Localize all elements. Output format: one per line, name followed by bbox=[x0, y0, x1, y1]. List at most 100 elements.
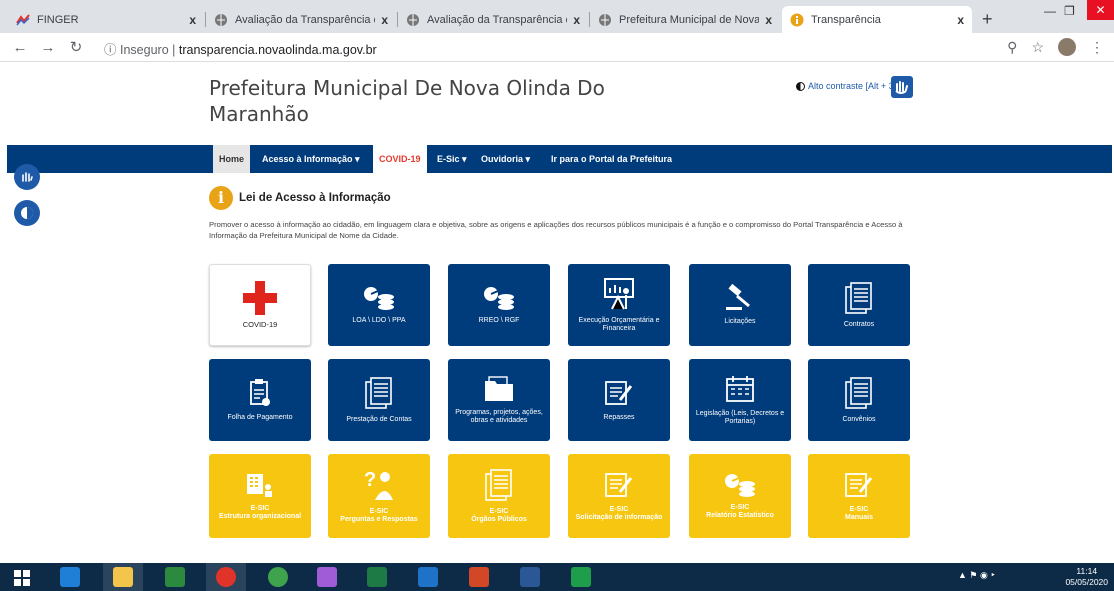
nav-ouvidoria[interactable]: Ouvidoria ▾ bbox=[475, 145, 536, 173]
red-cross-icon bbox=[243, 280, 277, 315]
new-tab-button[interactable]: + bbox=[982, 9, 993, 30]
tile-label: Programas, projetos, ações, obras e ativ… bbox=[455, 408, 543, 425]
tile-repasses[interactable]: Repasses bbox=[568, 359, 670, 441]
tile-programas-projetos[interactable]: Programas, projetos, ações, obras e ativ… bbox=[448, 359, 550, 441]
coins-icon bbox=[725, 473, 755, 497]
menu-kebab-icon[interactable]: ⋮ bbox=[1090, 39, 1104, 56]
clipboard-icon bbox=[250, 378, 270, 406]
forward-arrow-icon[interactable]: → bbox=[40, 39, 56, 56]
tile-licitacoes[interactable]: Licitações bbox=[689, 264, 791, 346]
tile-esic-orgaos[interactable]: E-SIC Órgãos Públicos bbox=[448, 454, 550, 538]
tab-title: FINGER bbox=[37, 13, 79, 26]
tile-rreo-rgf[interactable]: RREO \ RGF bbox=[448, 264, 550, 346]
tile-prefix: E-SIC bbox=[849, 505, 869, 513]
nav-portal-prefeitura[interactable]: Ir para o Portal da Prefeitura bbox=[545, 145, 678, 173]
zoom-icon[interactable]: ⚲ bbox=[1007, 39, 1017, 56]
nav-home[interactable]: Home bbox=[213, 145, 251, 173]
tile-label: Contratos bbox=[843, 320, 875, 328]
libras-side-button[interactable] bbox=[14, 164, 40, 190]
nav-acesso-informacao[interactable]: Acesso à Informação ▾ bbox=[256, 145, 366, 173]
paint-icon[interactable] bbox=[317, 567, 337, 587]
gavel-icon bbox=[726, 283, 750, 310]
powerpoint-icon[interactable] bbox=[469, 567, 489, 587]
word-icon[interactable] bbox=[520, 567, 540, 587]
tile-label: Órgãos Públicos bbox=[471, 516, 527, 523]
close-tab-icon[interactable]: x bbox=[189, 13, 196, 27]
reload-icon[interactable]: ↻ bbox=[68, 38, 84, 56]
coins-icon bbox=[484, 286, 514, 310]
tile-label: Folha de Pagamento bbox=[227, 413, 293, 421]
file-explorer-icon[interactable] bbox=[113, 567, 133, 587]
chrome-canary-icon[interactable] bbox=[268, 567, 288, 587]
excel-icon[interactable] bbox=[367, 567, 387, 587]
bookmark-star-icon[interactable]: ☆ bbox=[1031, 39, 1044, 56]
tile-legislacao[interactable]: Legislação (Leis, Decretos e Portarias) bbox=[689, 359, 791, 441]
system-tray-icons[interactable]: ▲ ⚑ ◉ ‣ bbox=[958, 570, 996, 581]
tab-finger[interactable]: FINGER x bbox=[8, 6, 204, 33]
tile-covid[interactable]: COVID-19 bbox=[209, 264, 311, 346]
back-arrow-icon[interactable]: ← bbox=[12, 39, 28, 56]
tile-label: Licitações bbox=[724, 317, 756, 325]
organization-building-icon bbox=[247, 473, 272, 497]
tile-prefix: E-SIC bbox=[369, 507, 389, 515]
tile-label: Solicitação de informação bbox=[575, 514, 663, 521]
site-title: Prefeitura Municipal De Nova Olinda Do M… bbox=[209, 76, 605, 126]
outlook-icon[interactable] bbox=[418, 567, 438, 587]
svg-text:?: ? bbox=[364, 469, 376, 491]
info-circle-icon[interactable]: ⓘ bbox=[104, 43, 117, 57]
spreadsheet-icon[interactable] bbox=[571, 567, 591, 587]
edit-document-icon bbox=[845, 472, 873, 497]
tile-esic-perguntas[interactable]: ? E-SIC Perguntas e Respostas bbox=[328, 454, 430, 538]
tile-prefix: E-SIC bbox=[730, 503, 750, 511]
tab-transparencia[interactable]: Transparência x bbox=[782, 6, 972, 33]
tab-avaliacao-2[interactable]: Avaliação da Transparência dos x bbox=[398, 6, 588, 33]
intro-text: Promover o acesso à informação ao cidadã… bbox=[209, 220, 903, 240]
tile-contratos[interactable]: Contratos bbox=[808, 264, 910, 346]
globe-icon bbox=[599, 13, 611, 26]
tile-esic-relatorio[interactable]: E-SIC Relatório Estatístico bbox=[689, 454, 791, 538]
tile-label: Perguntas e Respostas bbox=[340, 516, 418, 523]
tile-loa-ldo-ppa[interactable]: LOA \ LDO \ PPA bbox=[328, 264, 430, 346]
url-field[interactable]: ⓘ Inseguro | transparencia.novaolinda.ma… bbox=[104, 39, 377, 58]
hands-icon bbox=[22, 172, 33, 182]
close-tab-icon[interactable]: x bbox=[381, 13, 388, 27]
nav-esic[interactable]: E-Sic ▾ bbox=[431, 145, 473, 173]
tile-label: Prestação de Contas bbox=[346, 415, 412, 423]
tile-prestacao-contas[interactable]: Prestação de Contas bbox=[328, 359, 430, 441]
main-navbar: Home Acesso à Informação ▾ COVID-19 E-Si… bbox=[7, 145, 1112, 173]
browser-tab-strip: FINGER x Avaliação da Transparência dos … bbox=[0, 0, 1114, 33]
restore-icon[interactable]: ❐ bbox=[1064, 4, 1075, 18]
profile-avatar[interactable] bbox=[1058, 38, 1076, 56]
close-tab-icon[interactable]: x bbox=[765, 13, 772, 27]
tab-avaliacao-1[interactable]: Avaliação da Transparência dos x bbox=[206, 6, 396, 33]
minimize-icon[interactable]: — bbox=[1044, 4, 1056, 18]
tab-prefeitura[interactable]: Prefeitura Municipal de Nova O x bbox=[590, 6, 780, 33]
url-host: transparencia.novaolinda.ma.gov.br bbox=[178, 43, 377, 57]
tile-convenios[interactable]: Convênios bbox=[808, 359, 910, 441]
tile-label: Estrutura organizacional bbox=[218, 513, 302, 520]
info-icon: i bbox=[209, 186, 233, 210]
close-tab-icon[interactable]: x bbox=[573, 13, 580, 27]
tile-label: Manuais bbox=[844, 514, 873, 521]
tile-esic-manuais[interactable]: E-SIC Manuais bbox=[808, 454, 910, 538]
taskbar-clock[interactable]: 11:14 05/05/2020 bbox=[1065, 566, 1108, 588]
tile-folha-pagamento[interactable]: Folha de Pagamento bbox=[209, 359, 311, 441]
tile-esic-estrutura[interactable]: E-SIC Estrutura organizacional bbox=[209, 454, 311, 538]
high-contrast-link[interactable]: Alto contraste [Alt + 3] bbox=[796, 81, 896, 91]
window-close-icon[interactable]: ✕ bbox=[1087, 0, 1114, 20]
documents-icon bbox=[365, 376, 392, 409]
store-icon[interactable] bbox=[165, 567, 185, 587]
section-heading: i Lei de Acesso à Informação bbox=[209, 186, 391, 210]
tile-esic-solicitacao[interactable]: E-SIC Solicitação de informação bbox=[568, 454, 670, 538]
tile-execucao-orcamentaria[interactable]: Execução Orçamentária e Financeira bbox=[568, 264, 670, 346]
close-tab-icon[interactable]: x bbox=[957, 13, 964, 27]
windows-start-icon[interactable] bbox=[14, 570, 30, 586]
documents-icon bbox=[845, 376, 872, 409]
internet-explorer-icon[interactable] bbox=[60, 567, 80, 587]
chrome-icon[interactable] bbox=[216, 567, 236, 587]
nav-covid[interactable]: COVID-19 bbox=[373, 145, 427, 173]
address-bar-actions: ⚲ ☆ ⋮ bbox=[1007, 38, 1104, 56]
contrast-side-button[interactable] bbox=[14, 200, 40, 226]
libras-hands-icon[interactable] bbox=[891, 76, 913, 98]
edit-document-icon bbox=[605, 380, 633, 405]
